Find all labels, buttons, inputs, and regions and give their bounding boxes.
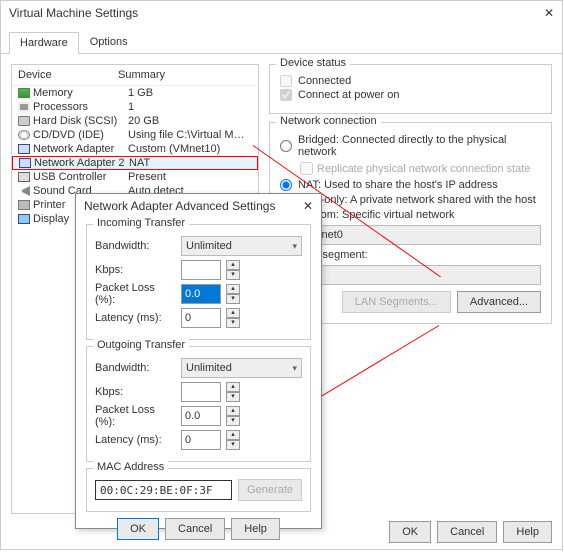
device-summary: Custom (VMnet10) [128,143,248,155]
device-row-memory[interactable]: Memory1 GB [12,86,258,100]
outgoing-kbps-input [181,382,221,402]
dialog-titlebar: Network Adapter Advanced Settings ✕ [76,194,321,218]
usb-icon [18,172,30,182]
mem-icon [18,88,30,98]
connect-poweron-check: Connect at power on [280,89,541,101]
print-icon [18,200,30,210]
dialog-cancel-button[interactable]: Cancel [165,518,225,540]
nat-radio[interactable]: NAT: Used to share the host's IP address [280,179,541,191]
device-row-network-adapter[interactable]: Network AdapterCustom (VMnet10) [12,142,258,156]
main-button-bar: OK Cancel Help [389,521,552,543]
col-device: Device [18,69,118,81]
lansegment-select [300,265,541,285]
connected-check: Connected [280,75,541,87]
incoming-group: Incoming Transfer Bandwidth:Unlimited Kb… [86,224,311,340]
close-icon[interactable]: ✕ [544,6,554,20]
tab-options[interactable]: Options [79,31,139,53]
cd-icon [18,130,30,140]
dialog-buttons: OK Cancel Help [86,518,311,540]
device-row-usb-controller[interactable]: USB ControllerPresent [12,170,258,184]
incoming-packetloss-input[interactable]: 0.0 [181,284,221,304]
advanced-button[interactable]: Advanced... [457,291,541,313]
disk-icon [18,116,30,126]
outgoing-group: Outgoing Transfer Bandwidth:Unlimited Kb… [86,346,311,462]
incoming-latency-input[interactable]: 0 [181,308,221,328]
sound-icon [18,186,30,196]
incoming-kbps-input [181,260,221,280]
mac-address-input[interactable]: 00:0C:29:BE:0F:3F [95,480,232,500]
custom-vmnet-select: VMnet0 [300,225,541,245]
network-connection-legend: Network connection [276,115,381,127]
mac-group: MAC Address 00:0C:29:BE:0F:3F Generate [86,468,311,512]
tabs: Hardware Options [1,25,562,54]
outgoing-kbps-spinner: ▴▾ [226,382,240,402]
outgoing-latency-input[interactable]: 0 [181,430,221,450]
incoming-bandwidth-select[interactable]: Unlimited [181,236,302,256]
incoming-packetloss-spinner[interactable]: ▴▾ [226,284,240,304]
device-row-processors[interactable]: Processors1 [12,100,258,114]
device-summary: 1 [128,101,248,113]
device-name: Processors [33,101,128,113]
generate-button[interactable]: Generate [238,479,302,501]
titlebar: Virtual Machine Settings ✕ [1,1,562,25]
incoming-latency-spinner[interactable]: ▴▾ [226,308,240,328]
col-summary: Summary [118,69,248,81]
device-name: Hard Disk (SCSI) [33,115,128,127]
net-icon [19,158,31,168]
device-status-legend: Device status [276,57,350,69]
dialog-help-button[interactable]: Help [231,518,280,540]
lan-segments-button[interactable]: LAN Segments... [342,291,451,313]
cpu-icon [18,102,30,112]
device-summary: NAT [129,157,249,169]
help-button[interactable]: Help [503,521,552,543]
tab-hardware[interactable]: Hardware [9,32,79,54]
dialog-title: Network Adapter Advanced Settings [84,199,275,213]
outgoing-packetloss-input[interactable]: 0.0 [181,406,221,426]
net-icon [18,144,30,154]
disp-icon [18,214,30,224]
device-summary: Present [128,171,248,183]
device-row-hard-disk-scsi-[interactable]: Hard Disk (SCSI)20 GB [12,114,258,128]
window-title: Virtual Machine Settings [9,6,138,20]
outgoing-packetloss-spinner[interactable]: ▴▾ [226,406,240,426]
advanced-settings-dialog: Network Adapter Advanced Settings ✕ Inco… [75,193,322,529]
device-name: Network Adapter [33,143,128,155]
device-name: USB Controller [33,171,128,183]
outgoing-latency-spinner[interactable]: ▴▾ [226,430,240,450]
device-status-group: Device status Connected Connect at power… [269,64,552,114]
device-row-network-adapter-2[interactable]: Network Adapter 2NAT [12,156,258,170]
incoming-kbps-spinner: ▴▾ [226,260,240,280]
dialog-ok-button[interactable]: OK [117,518,159,540]
bridged-radio[interactable]: Bridged: Connected directly to the physi… [280,134,541,158]
device-name: CD/DVD (IDE) [33,129,128,141]
replicate-check [300,162,313,175]
ok-button[interactable]: OK [389,521,431,543]
device-row-cd-dvd-ide-[interactable]: CD/DVD (IDE)Using file C:\Virtual Machin… [12,128,258,142]
device-summary: 20 GB [128,115,248,127]
outgoing-bandwidth-select[interactable]: Unlimited [181,358,302,378]
dialog-close-icon[interactable]: ✕ [303,199,313,213]
device-summary: Using file C:\Virtual Machines... [128,129,248,141]
device-name: Memory [33,87,128,99]
device-summary: 1 GB [128,87,248,99]
cancel-button[interactable]: Cancel [437,521,497,543]
device-name: Network Adapter 2 [34,157,129,169]
